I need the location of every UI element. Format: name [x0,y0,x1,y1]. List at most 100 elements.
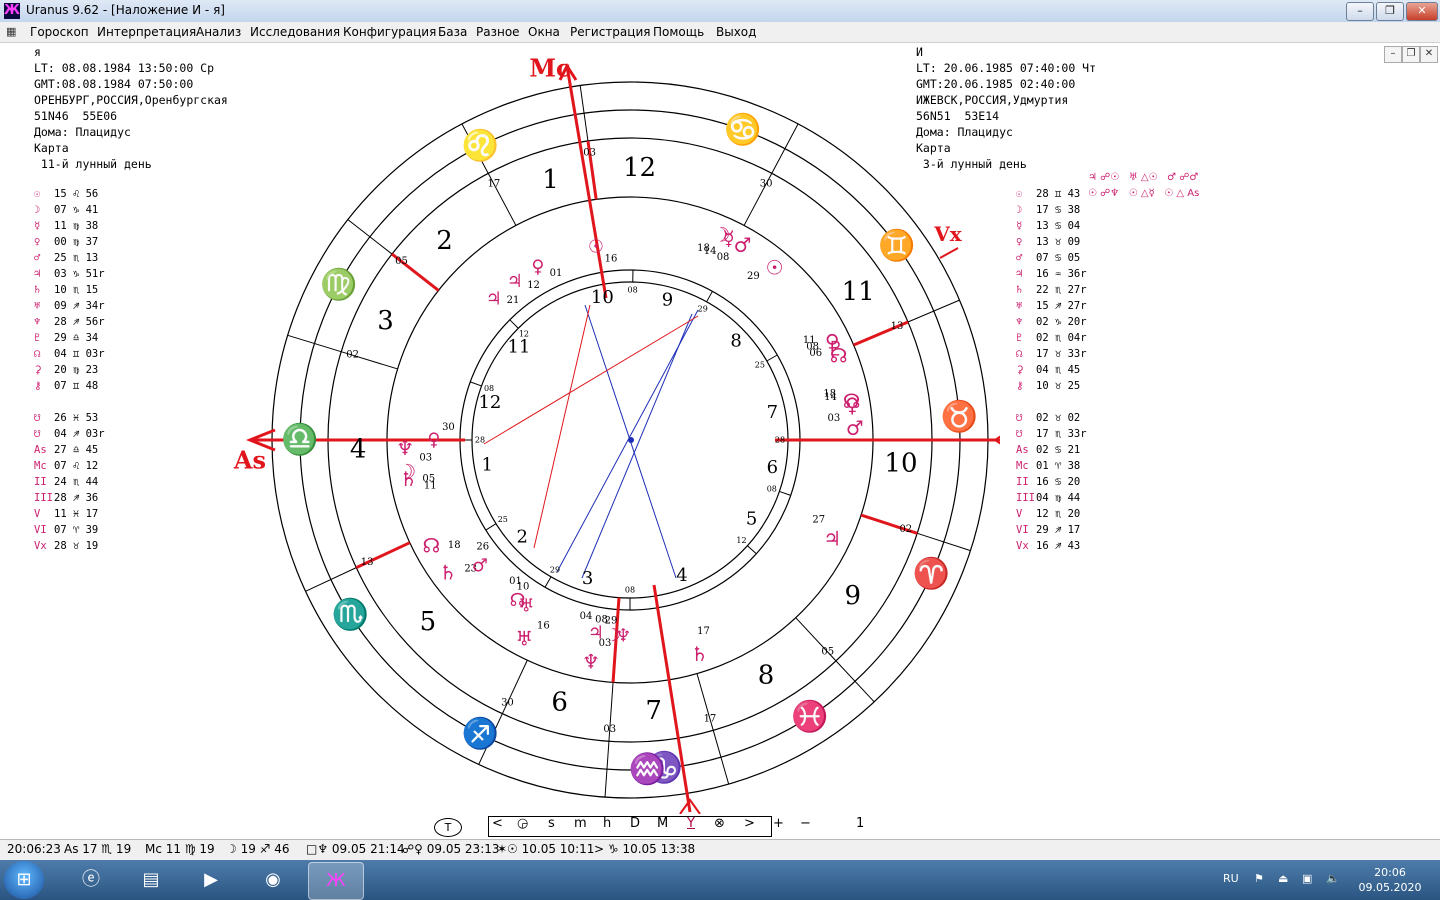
vertex-axis [939,247,959,259]
inner-cusp-tick [470,381,482,387]
step-h-button[interactable]: h [603,816,611,831]
right-planet-row: ⚳ 04 ♏ 45 [1016,364,1080,376]
time-mode-button[interactable]: T [434,818,462,837]
start-button[interactable]: ⊞ [4,861,44,899]
right-point-row: V 12 ♏ 20 [1016,508,1080,520]
planet-position: 16 ♋ 20 [1036,476,1081,488]
inner-house-number: 11 [507,336,530,357]
right-planet-row: ☿ 13 ♋ 04 [1016,220,1080,232]
step-back-button[interactable]: < [492,816,503,831]
right-planet-row: ☽ 17 ♋ 38 [1016,204,1080,216]
inner-house-number: 3 [582,568,593,589]
minimize-button[interactable]: – [1346,2,1374,21]
planet-degree-label: 01 [550,268,563,279]
planet-degree-label: 29 [747,271,760,282]
action-center-icon[interactable]: ⚑ [1254,872,1264,885]
menu-registration[interactable]: Регистрация [570,25,650,39]
internet-explorer-icon[interactable]: ⓔ [64,862,118,898]
inner-house-number: 9 [662,289,673,310]
mdi-minimize-button[interactable]: – [1384,46,1402,63]
menu-misc[interactable]: Разное [476,25,520,39]
increase-button[interactable]: + [773,816,784,831]
menu-research[interactable]: Исследования [250,25,340,39]
menu-windows[interactable]: Окна [528,25,560,39]
inner-cusp-degree-label: 25 [498,515,508,524]
inner-cusp-degree-label: 29 [698,304,708,313]
planet-position: 16 ♐ 43 [1036,540,1081,552]
file-explorer-icon[interactable]: ▤ [124,862,178,898]
zodiac-divider [917,532,971,552]
right-planet-row: ☉ 28 ♊ 43 [1016,188,1080,200]
planet-glyph-icon: ☿ [1016,220,1023,232]
planet-degree-label: 16 [605,253,618,264]
maximize-button[interactable]: ❐ [1376,2,1404,21]
planet-position: 04 ♍ 44 [1036,492,1081,504]
uranus-app-icon[interactable]: Ж [308,862,364,900]
planet-position: 02 ♑ 20r [1036,316,1087,328]
inner-cusp-degree-label: 08 [484,384,494,393]
mdi-close-button[interactable]: ✕ [1420,46,1438,63]
planet-glyph-icon: ♅ [1016,300,1023,312]
decrease-button[interactable]: − [800,816,811,831]
step-seconds-icon[interactable]: ◶ [517,816,528,831]
inner-cusp-tick [509,319,519,329]
planet-glyph-icon: VI [1016,524,1029,536]
planet-degree-label: 26 [476,541,489,552]
outer-house-number: 6 [551,688,568,718]
menu-horoscope[interactable]: Гороскоп [30,25,89,39]
inner-cusp-tick [706,291,713,303]
menu-database[interactable]: База [438,25,467,39]
planet-position: 02 ♋ 21 [1036,444,1081,456]
inner-cusp-degree-label: 29 [550,565,560,574]
cusp-degree-label: 02 [899,524,912,535]
media-player-icon[interactable]: ▶ [184,862,238,898]
outer-house-number: 4 [350,434,367,464]
right-planet-row: ♆ 02 ♑ 20r [1016,316,1087,328]
menu-configuration[interactable]: Конфигурация [343,25,436,39]
menu-bar: ▦ Гороскоп Интерпретация Анализ Исследов… [0,22,1440,63]
right-planet-row: ⚷ 10 ♉ 25 [1016,380,1080,392]
transit-planet-icon: ☊ [830,344,848,368]
zodiac-sign-icon: ♌ [462,127,499,163]
step-year-button[interactable]: Y [687,816,695,831]
close-button[interactable]: ✕ [1406,2,1438,21]
cusp-degree-label: 17 [487,178,500,189]
step-month-button[interactable]: M [657,816,668,831]
planet-position: 22 ♏ 27r [1036,284,1087,296]
step-s-button[interactable]: s [548,816,555,831]
chrome-icon[interactable]: ◉ [246,862,300,898]
language-indicator[interactable]: RU [1223,872,1239,885]
menu-interpretation[interactable]: Интерпретация [97,25,196,39]
outer-house-number: 2 [436,226,453,256]
inner-cusp-tick [544,576,552,588]
aspect-center-dot [628,437,634,443]
step-forward-button[interactable]: > [744,816,755,831]
planet-degree-label: 17 [697,626,710,637]
planet-glyph-icon: II [1016,476,1029,488]
zodiac-divider [287,334,342,353]
planet-position: 01 ♈ 38 [1036,460,1081,472]
step-d-button[interactable]: D [630,816,640,831]
planet-degree-label: 18 [448,540,461,551]
network-icon[interactable]: ▣ [1302,872,1312,885]
planet-glyph-icon: As [1016,444,1029,456]
step-lunar-icon[interactable]: ⊗ [714,816,725,831]
inner-cusp-degree-label: 12 [519,329,529,338]
planet-position: 10 ♉ 25 [1036,380,1081,392]
volume-icon[interactable]: 🔈 [1326,872,1340,885]
planet-position: 04 ♏ 45 [1036,364,1081,376]
zodiac-sign-icon: ♏ [331,596,368,632]
time-navigation-bar: T < ◶ s m h D M Y ⊗ > + − 1 [0,814,1440,838]
mdi-restore-button[interactable]: ❐ [1402,46,1420,63]
system-clock[interactable]: 20:06 09.05.2020 [1350,865,1430,895]
status-bar: 20:06:23 As 17 ♏ 19 Mc 11 ♍ 19 ☽ 19 ♐ 46… [0,839,1440,860]
cusp-degree-label: 30 [760,178,773,189]
usb-icon[interactable]: ⏏ [1278,872,1288,885]
zodiac-divider [347,219,393,255]
document-icon[interactable]: ▦ [6,25,20,39]
right-planet-row: ♄ 22 ♏ 27r [1016,284,1087,296]
menu-help[interactable]: Помощь [653,25,704,39]
step-m-button[interactable]: m [574,816,587,831]
menu-analysis[interactable]: Анализ [196,25,241,39]
menu-exit[interactable]: Выход [716,25,756,39]
